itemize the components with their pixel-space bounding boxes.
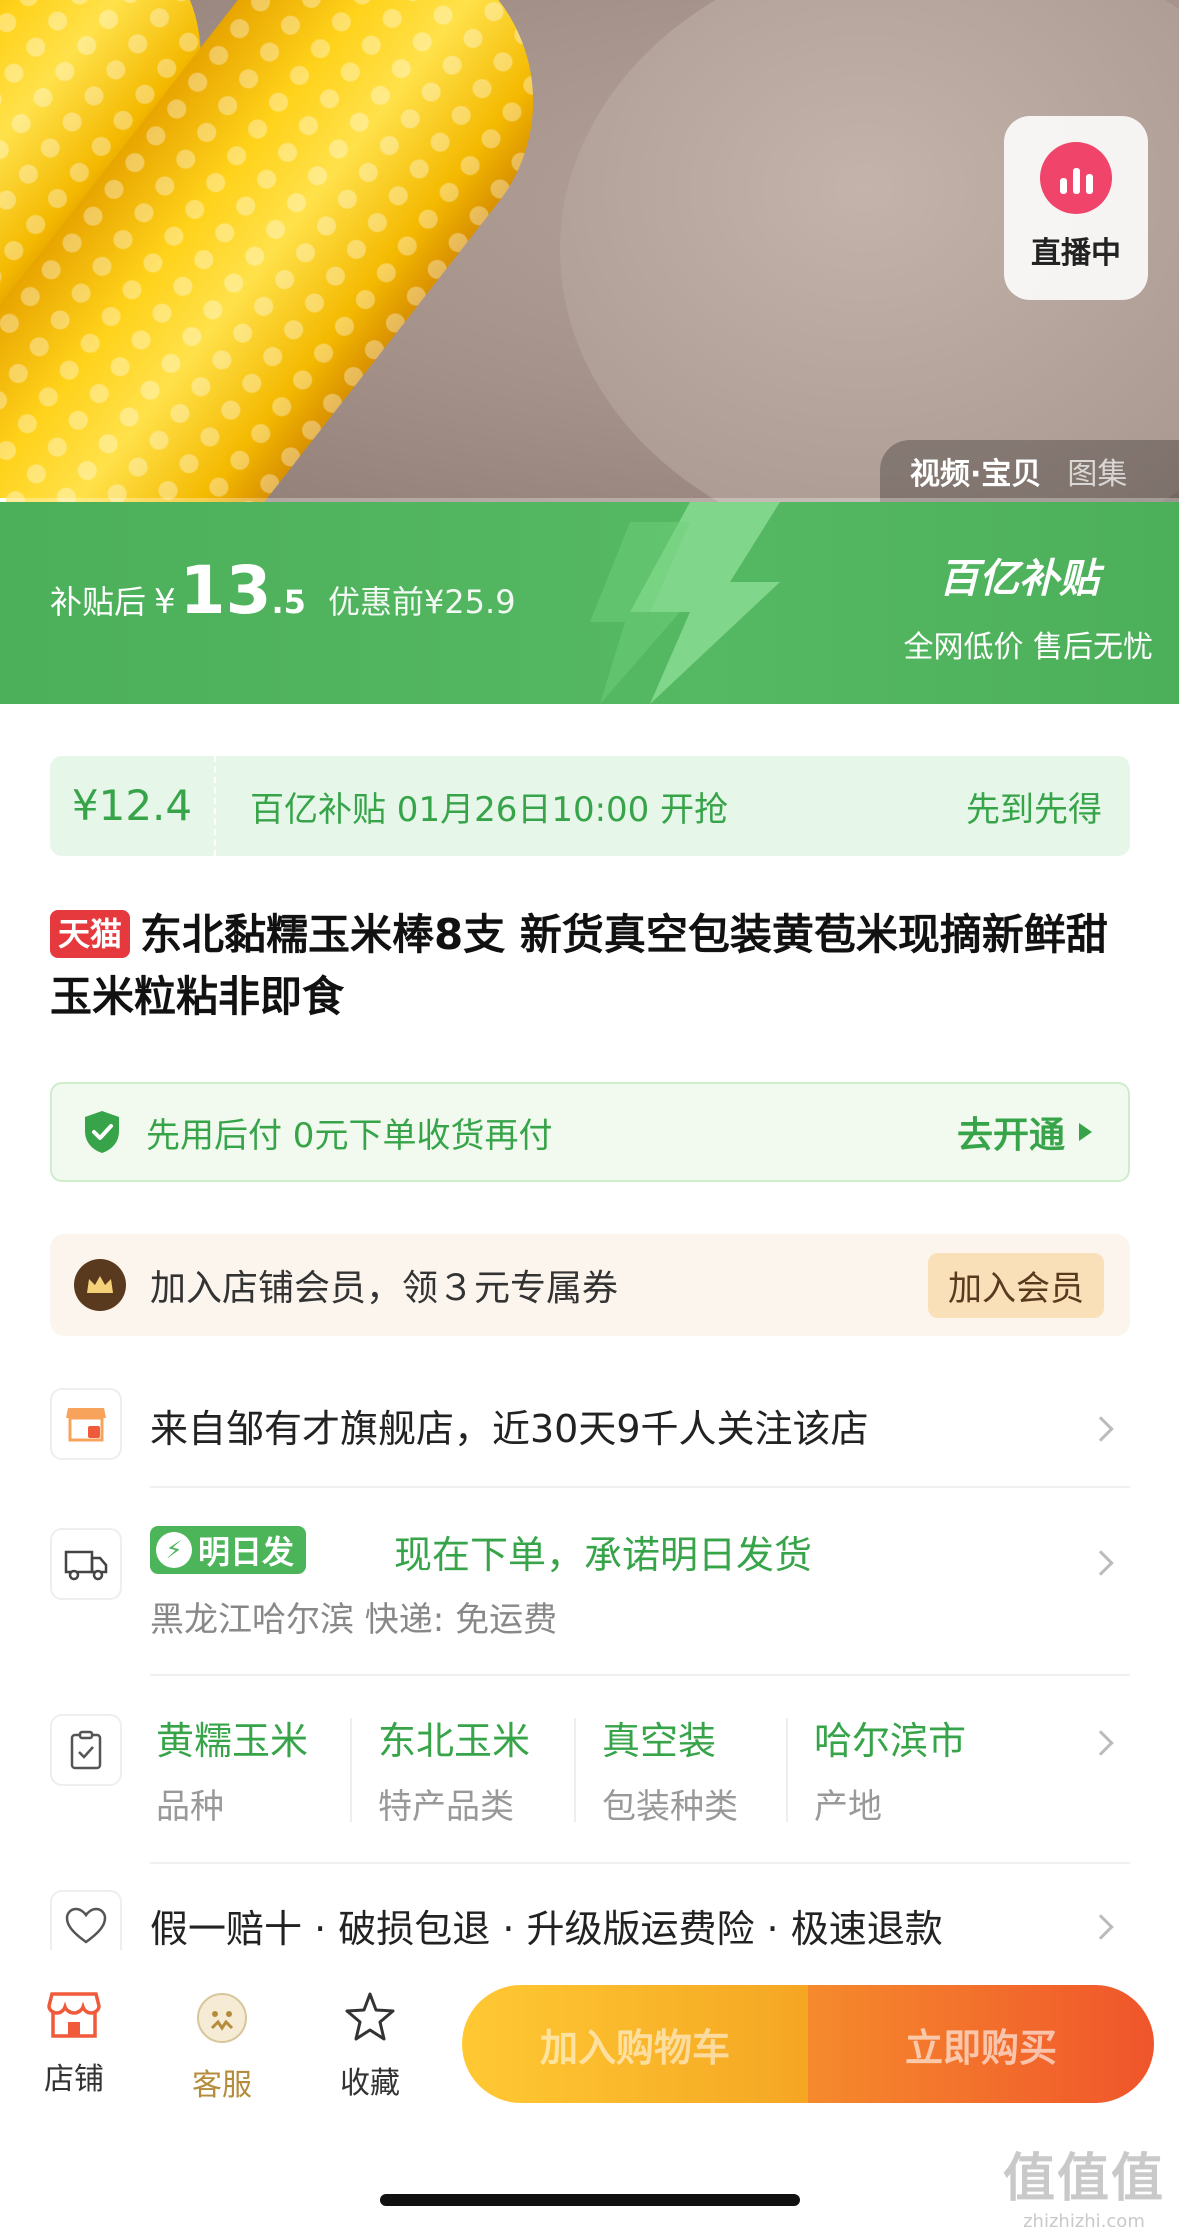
- store-tab-label: 店铺: [44, 2062, 104, 2097]
- tmall-badge: 天猫: [50, 910, 131, 958]
- activate-button[interactable]: 去开通: [957, 1106, 1065, 1158]
- store-icon: [50, 1388, 122, 1460]
- attribute-key: 包装种类: [602, 1787, 738, 1827]
- subsidy-price-banner: 补贴后 ¥ 13 .5 优惠前¥25.9 百亿补贴 全网低价 售后无忧: [0, 502, 1179, 704]
- coupon-text: 百亿补贴 01月26日10:00 开抢: [250, 789, 729, 830]
- lightning-icon: ⚡: [156, 1532, 192, 1568]
- site-watermark: 值值值 zhizhizhi.com: [1003, 2136, 1165, 2227]
- clipboard-check-icon: [50, 1714, 122, 1786]
- attribute-separator: [574, 1718, 576, 1822]
- attribute-origin: 哈尔滨市 产地: [810, 1710, 966, 1830]
- customer-service-icon: [197, 1993, 247, 2043]
- customer-service-tab[interactable]: 客服: [162, 1990, 282, 2104]
- triangle-right-icon: [1079, 1123, 1092, 1141]
- live-label: 直播中: [1031, 236, 1121, 271]
- coupon-tag: 先到先得: [966, 789, 1102, 830]
- attribute-value: 真空装: [602, 1719, 717, 1763]
- pay-later-banner[interactable]: 先用后付 0元下单收货再付 去开通: [50, 1082, 1130, 1182]
- divider: [150, 1486, 1130, 1488]
- attribute-value: 哈尔滨市: [814, 1719, 967, 1763]
- tab-video-product[interactable]: 视频·宝贝: [910, 449, 1041, 493]
- chevron-right-icon: [1088, 1416, 1114, 1442]
- shield-check-icon: [85, 1111, 119, 1153]
- media-tabs: 视频·宝贝 图集: [880, 440, 1179, 502]
- next-day-ship-badge: ⚡ 明日发: [150, 1526, 307, 1574]
- store-tab[interactable]: 店铺: [14, 1990, 134, 2098]
- pay-later-text: 先用后付 0元下单收货再付: [146, 1115, 553, 1156]
- favorite-tab[interactable]: 收藏: [310, 1990, 430, 2102]
- favorite-label: 收藏: [340, 2066, 400, 2101]
- price-label: 补贴后: [50, 583, 147, 621]
- currency-symbol: ¥: [154, 582, 176, 622]
- price-decimal: .5: [271, 583, 306, 621]
- coupon-bar[interactable]: ¥12.4 百亿补贴 01月26日10:00 开抢 先到先得: [50, 756, 1130, 856]
- attribute-packaging: 真空装 包装种类: [598, 1710, 738, 1830]
- star-icon: [345, 1992, 395, 2041]
- attribute-key: 特产品类: [378, 1787, 514, 1827]
- purchase-buttons: 加入购物车 立即购买: [462, 1985, 1154, 2103]
- storefront-icon: [47, 1992, 101, 2038]
- attribute-separator: [350, 1718, 352, 1822]
- attribute-separator: [786, 1718, 788, 1822]
- attribute-value: 黄糯玉米: [156, 1719, 309, 1763]
- subsidy-slogan: 全网低价 售后无忧: [903, 630, 1153, 665]
- ship-promise-text: 现在下单，承诺明日发货: [394, 1533, 813, 1577]
- live-stream-icon: [1040, 142, 1112, 214]
- crown-icon: [74, 1259, 126, 1311]
- live-badge[interactable]: 直播中: [1004, 116, 1148, 300]
- product-hero-image[interactable]: 直播中 视频·宝贝 图集: [0, 0, 1179, 502]
- watermark-sub: zhizhizhi.com: [1023, 2211, 1145, 2227]
- member-text: 加入店铺会员，领３元专属券: [150, 1268, 619, 1309]
- shipping-row[interactable]: ⚡ 明日发 现在下单，承诺明日发货 黑龙江哈尔滨 快递: 免运费: [50, 1526, 1130, 1676]
- ship-origin-fee: 黑龙江哈尔滨 快递: 免运费: [150, 1600, 558, 1640]
- truck-icon: [50, 1528, 122, 1600]
- subsidy-brand-logo: 百亿补贴: [939, 556, 1099, 602]
- attributes-row[interactable]: 黄糯玉米 品种 东北玉米 特产品类 真空装 包装种类 哈尔滨市 产地: [50, 1710, 1130, 1864]
- attribute-category: 东北玉米 特产品类: [374, 1710, 530, 1830]
- product-title-text: 东北黏糯玉米棒8支 新货真空包装黄苞米现摘新鲜甜玉米粒粘非即食: [50, 910, 1108, 1021]
- chevron-right-icon: [1088, 1730, 1114, 1756]
- lightning-bolt-icon: [590, 502, 780, 704]
- coupon-price: ¥12.4: [50, 756, 216, 856]
- buy-now-button[interactable]: 立即购买: [808, 1985, 1154, 2103]
- chevron-right-icon: [1088, 1550, 1114, 1576]
- price-integer: 13: [179, 552, 272, 629]
- next-day-ship-label: 明日发: [198, 1533, 295, 1571]
- attribute-key: 产地: [814, 1787, 882, 1827]
- watermark-main: 值值值: [1002, 2149, 1165, 2209]
- product-title: 天猫 东北黏糯玉米棒8支 新货真空包装黄苞米现摘新鲜甜玉米粒粘非即食: [50, 904, 1140, 1028]
- join-member-button[interactable]: 加入会员: [928, 1252, 1104, 1318]
- attribute-variety: 黄糯玉米 品种: [152, 1710, 308, 1830]
- attribute-key: 品种: [156, 1787, 224, 1827]
- divider: [150, 1674, 1130, 1676]
- add-to-cart-button[interactable]: 加入购物车: [462, 1985, 808, 2103]
- member-banner[interactable]: 加入店铺会员，领３元专属券 加入会员: [50, 1234, 1130, 1336]
- divider: [150, 1862, 1130, 1864]
- customer-service-label: 客服: [192, 2068, 252, 2103]
- chevron-right-icon: [1088, 1914, 1114, 1940]
- store-info-text: 来自邹有才旗舰店，近30天9千人关注该店: [150, 1407, 869, 1451]
- guarantee-text: 假一赔十 · 破损包退 · 升级版运费险 · 极速退款: [150, 1907, 943, 1951]
- store-row[interactable]: 来自邹有才旗舰店，近30天9千人关注该店: [50, 1386, 1130, 1488]
- home-indicator[interactable]: [380, 2194, 800, 2206]
- subsidy-price: 补贴后 ¥ 13 .5 优惠前¥25.9: [50, 552, 516, 629]
- original-price: 优惠前¥25.9: [327, 583, 516, 621]
- tab-gallery[interactable]: 图集: [1067, 449, 1127, 493]
- attribute-value: 东北玉米: [378, 1719, 531, 1763]
